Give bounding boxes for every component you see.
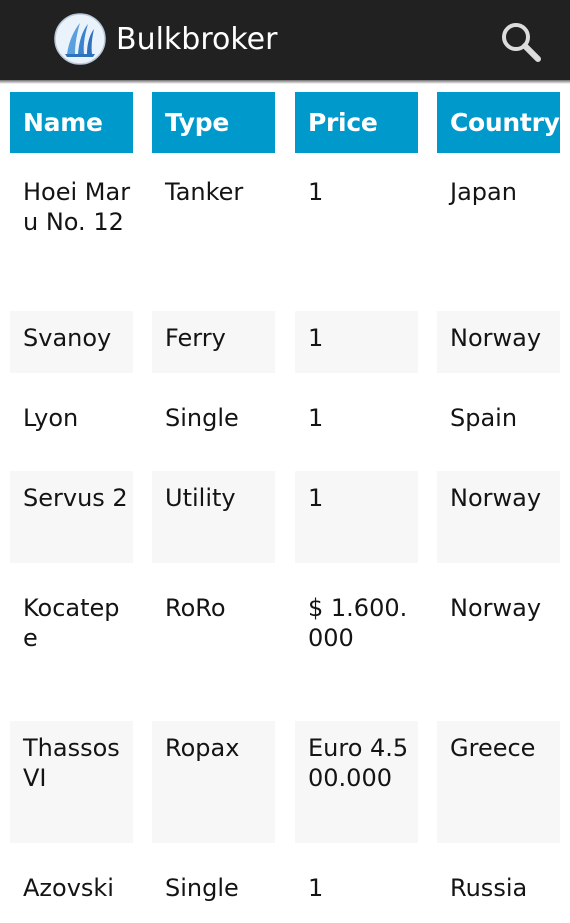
cell-type: Ferry — [152, 311, 275, 373]
table-row[interactable]: Kocatepe RoRo $ 1.600.000 Norway — [10, 581, 562, 703]
table-row[interactable]: Thassos VI Ropax Euro 4.500.000 Greece — [10, 721, 562, 843]
table-row[interactable]: Azovski Single 1 Russia — [10, 861, 562, 923]
cell-type: RoRo — [165, 594, 226, 622]
cell-name: Svanoy — [10, 311, 133, 373]
header-country[interactable]: Country — [437, 92, 560, 153]
ship-table: Name Type Price Country Hoei Maru No. 12… — [10, 92, 562, 923]
header-name[interactable]: Name — [10, 92, 133, 153]
cell-country: Norway — [437, 471, 560, 563]
cell-name: Kocatepe — [23, 594, 120, 652]
action-bar: Bulkbroker — [0, 0, 570, 84]
cell-type: Single — [165, 874, 239, 902]
cell-country: Spain — [450, 404, 518, 432]
table-row[interactable]: Hoei Maru No. 12 Tanker 1 Japan — [10, 165, 562, 303]
cell-country: Greece — [437, 721, 560, 843]
cell-price: Euro 4.500.000 — [295, 721, 418, 843]
cell-type: Ropax — [152, 721, 275, 843]
cell-name: Thassos VI — [10, 721, 133, 843]
cell-country: Japan — [450, 178, 517, 206]
cell-name: Hoei Maru No. 12 — [23, 178, 131, 236]
table-row[interactable]: Svanoy Ferry 1 Norway — [10, 311, 562, 373]
cell-price: 1 — [308, 404, 324, 432]
cell-price: 1 — [308, 874, 324, 902]
action-bar-shadow — [0, 80, 570, 84]
cell-country: Norway — [450, 594, 542, 622]
cell-price: 1 — [308, 178, 324, 206]
header-type[interactable]: Type — [152, 92, 275, 153]
cell-name: Servus 2 — [10, 471, 133, 563]
table-row[interactable]: Servus 2 Utility 1 Norway — [10, 471, 562, 563]
cell-type: Single — [165, 404, 239, 432]
cell-name: Azovski — [23, 874, 114, 902]
search-icon[interactable] — [496, 18, 544, 66]
cell-type: Tanker — [165, 178, 244, 206]
cell-type: Utility — [152, 471, 275, 563]
cell-country: Norway — [437, 311, 560, 373]
cell-price: 1 — [295, 471, 418, 563]
cell-country: Russia — [450, 874, 528, 902]
cell-name: Lyon — [23, 404, 79, 432]
header-price[interactable]: Price — [295, 92, 418, 153]
table-row[interactable]: Lyon Single 1 Spain — [10, 391, 562, 453]
app-title: Bulkbroker — [116, 22, 278, 57]
cell-price: $ 1.600.000 — [308, 594, 408, 652]
sail-logo-icon[interactable] — [54, 13, 106, 65]
table-header-row: Name Type Price Country — [10, 92, 562, 153]
cell-price: 1 — [295, 311, 418, 373]
